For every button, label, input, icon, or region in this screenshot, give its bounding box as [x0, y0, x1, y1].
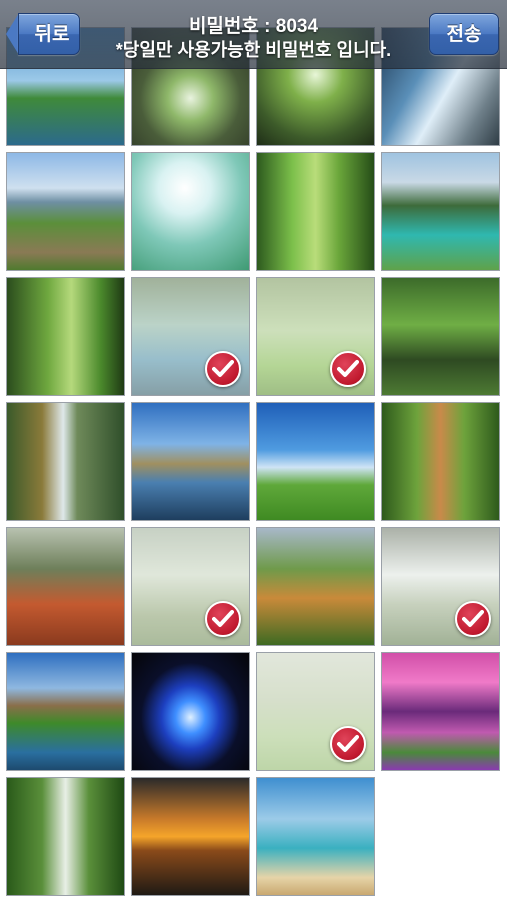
photo-thumbnail[interactable]: [256, 152, 375, 271]
photo-thumbnail[interactable]: [131, 402, 250, 521]
photo-thumbnail[interactable]: [131, 652, 250, 771]
photo-thumbnail[interactable]: [6, 777, 125, 896]
photo-grid: [0, 0, 507, 900]
photo-thumbnail[interactable]: [381, 527, 500, 646]
photo-thumbnail[interactable]: [256, 527, 375, 646]
photo-thumbnail[interactable]: [131, 527, 250, 646]
photo-thumbnail[interactable]: [381, 402, 500, 521]
photo-thumbnail[interactable]: [256, 777, 375, 896]
photo-thumbnail[interactable]: [131, 152, 250, 271]
photo-thumbnail[interactable]: [381, 152, 500, 271]
photo-thumbnail[interactable]: [131, 777, 250, 896]
checkmark-icon: [330, 351, 366, 387]
checkmark-icon: [205, 601, 241, 637]
photo-thumbnail[interactable]: [256, 402, 375, 521]
top-bar: 뒤로 비밀번호 : 8034 *당일만 사용가능한 비밀번호 입니다. 전송: [0, 0, 507, 69]
photo-thumbnail[interactable]: [256, 277, 375, 396]
photo-thumbnail[interactable]: [6, 277, 125, 396]
send-button[interactable]: 전송: [429, 13, 499, 55]
checkmark-icon: [205, 351, 241, 387]
photo-thumbnail[interactable]: [6, 152, 125, 271]
photo-thumbnail[interactable]: [131, 277, 250, 396]
checkmark-icon: [330, 726, 366, 762]
photo-thumbnail[interactable]: [6, 652, 125, 771]
photo-thumbnail[interactable]: [6, 527, 125, 646]
photo-thumbnail[interactable]: [6, 402, 125, 521]
photo-thumbnail[interactable]: [256, 652, 375, 771]
photo-thumbnail[interactable]: [381, 277, 500, 396]
photo-thumbnail[interactable]: [381, 652, 500, 771]
checkmark-icon: [455, 601, 491, 637]
